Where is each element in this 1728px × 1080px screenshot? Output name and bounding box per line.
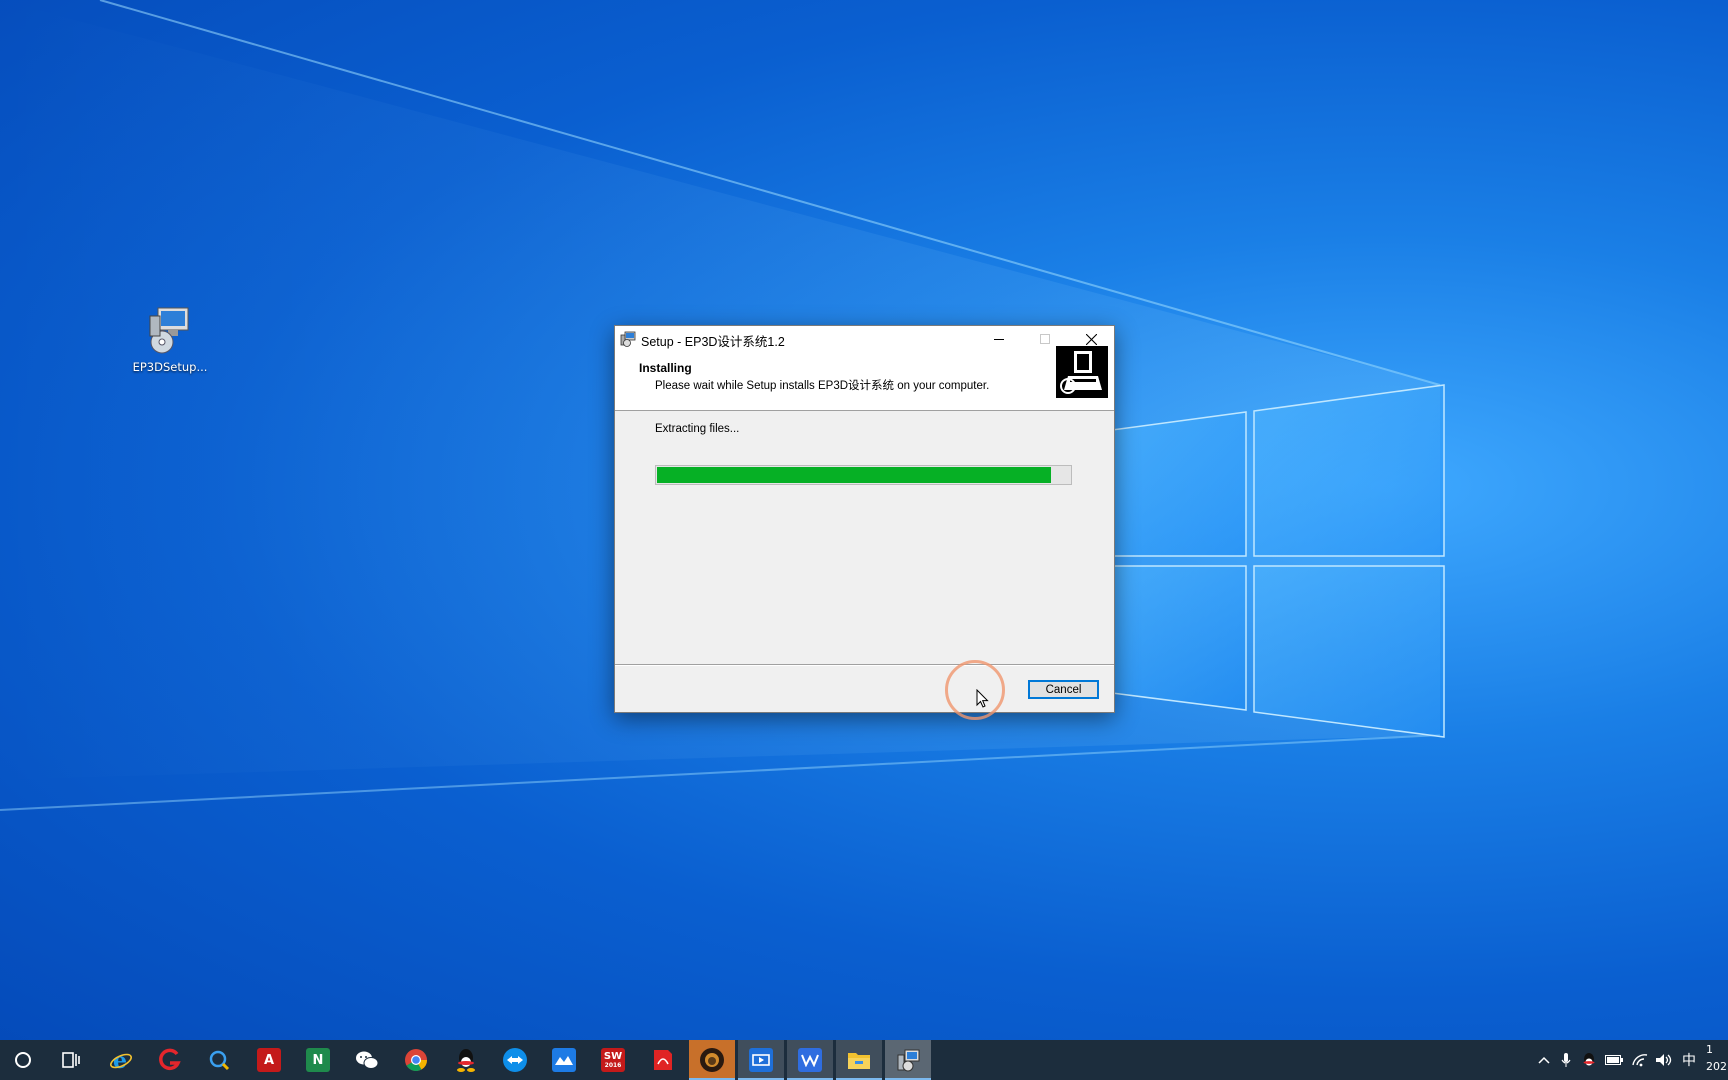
taskbar-autocad[interactable]: A: [246, 1040, 292, 1080]
tray-battery[interactable]: [1604, 1040, 1624, 1080]
solidworks-label: SW: [603, 1050, 623, 1062]
ime-indicator[interactable]: 中: [1678, 1040, 1700, 1080]
taskbar-app-red-g[interactable]: [147, 1040, 193, 1080]
minimize-button[interactable]: [976, 326, 1022, 352]
taskbar-clock[interactable]: 1 202: [1706, 1041, 1727, 1075]
wifi-icon: [1632, 1054, 1648, 1067]
taskbar-solidworks[interactable]: SW 2016: [590, 1040, 636, 1080]
qq-tray-icon: [1583, 1053, 1595, 1066]
taskbar-video-conference[interactable]: [738, 1040, 784, 1080]
cortana-search-icon: [15, 1052, 31, 1068]
taskbar-app-blue-cloud[interactable]: [541, 1040, 587, 1080]
taskbar-wps-writer[interactable]: [787, 1040, 833, 1080]
autocad-icon: A: [257, 1048, 281, 1072]
microphone-icon: [1561, 1053, 1571, 1067]
maximize-button: [1022, 326, 1068, 352]
tray-wifi[interactable]: [1630, 1040, 1650, 1080]
close-button[interactable]: [1068, 326, 1114, 352]
taskbar-teamviewer[interactable]: [492, 1040, 538, 1080]
taskbar-app-search-q[interactable]: [196, 1040, 242, 1080]
volume-icon: [1656, 1054, 1672, 1066]
tray-overflow-button[interactable]: [1535, 1040, 1553, 1080]
clock-date: 202: [1706, 1060, 1727, 1073]
app-search-q-icon: [207, 1048, 231, 1072]
cortana-search-button[interactable]: [0, 1040, 46, 1080]
setup-installer-icon: [896, 1048, 920, 1072]
taskbar-internet-explorer[interactable]: e: [98, 1040, 144, 1080]
dialog-title: Setup - EP3D设计系统1.2: [641, 335, 785, 349]
svg-text:e: e: [113, 1048, 127, 1072]
teamviewer-icon: [503, 1048, 527, 1072]
qq-icon: [454, 1048, 478, 1072]
app-lion-icon: [700, 1048, 724, 1072]
installer-icon: [146, 306, 194, 356]
solidworks-2016-icon: SW 2016: [601, 1048, 625, 1072]
taskbar-wechat[interactable]: [344, 1040, 390, 1080]
chevron-up-icon: [1538, 1056, 1550, 1064]
taskbar-chrome[interactable]: [393, 1040, 439, 1080]
status-text: Extracting files...: [655, 423, 740, 435]
taskbar: e A N SW 2016 中 1 202: [0, 1040, 1728, 1080]
taskbar-app-red-pdf[interactable]: [640, 1040, 686, 1080]
task-view-button[interactable]: [48, 1040, 94, 1080]
wizard-header: Installing Please wait while Setup insta…: [615, 352, 1114, 411]
wechat-icon: [355, 1048, 379, 1072]
taskbar-file-explorer[interactable]: [836, 1040, 882, 1080]
clock-time: 1: [1706, 1043, 1713, 1056]
internet-explorer-icon: e: [109, 1048, 133, 1072]
close-icon: [1085, 333, 1097, 345]
click-highlight: [945, 660, 1005, 720]
tray-volume[interactable]: [1654, 1040, 1674, 1080]
progress-bar: [655, 465, 1072, 485]
desktop-icon-label: EP3DSetup...: [132, 360, 208, 374]
taskbar-app-n[interactable]: N: [295, 1040, 341, 1080]
dialog-titlebar[interactable]: Setup - EP3D设计系统1.2: [615, 326, 1114, 352]
taskbar-qq[interactable]: [443, 1040, 489, 1080]
app-n-icon: N: [306, 1048, 330, 1072]
app-blue-cloud-icon: [552, 1048, 576, 1072]
page-title: Installing: [639, 361, 692, 375]
app-red-pdf-icon: [651, 1048, 675, 1072]
cancel-button[interactable]: Cancel: [1028, 680, 1099, 699]
battery-icon: [1605, 1055, 1623, 1065]
app-red-g-icon: [158, 1048, 182, 1072]
page-subtitle: Please wait while Setup installs EP3D设计系…: [655, 380, 990, 392]
wps-writer-icon: [798, 1048, 822, 1072]
mouse-cursor-icon: [976, 689, 989, 708]
taskbar-setup-installer[interactable]: [885, 1040, 931, 1080]
task-view-icon: [62, 1052, 80, 1068]
progress-fill: [657, 467, 1051, 483]
tray-microphone[interactable]: [1558, 1040, 1574, 1080]
maximize-icon: [1040, 334, 1050, 344]
video-conference-icon: [749, 1048, 773, 1072]
file-explorer-icon: [847, 1048, 871, 1072]
taskbar-app-lion[interactable]: [689, 1040, 735, 1080]
solidworks-year: 2016: [604, 1061, 622, 1069]
setup-dialog: Setup - EP3D设计系统1.2 Installing Please wa…: [614, 325, 1115, 713]
chrome-icon: [404, 1048, 428, 1072]
setup-app-icon: [620, 331, 636, 347]
footer-divider: [615, 664, 1114, 666]
tray-qq[interactable]: [1580, 1040, 1598, 1080]
minimize-icon: [994, 339, 1004, 340]
desktop-icon-ep3dsetup[interactable]: EP3DSetup...: [128, 306, 212, 374]
